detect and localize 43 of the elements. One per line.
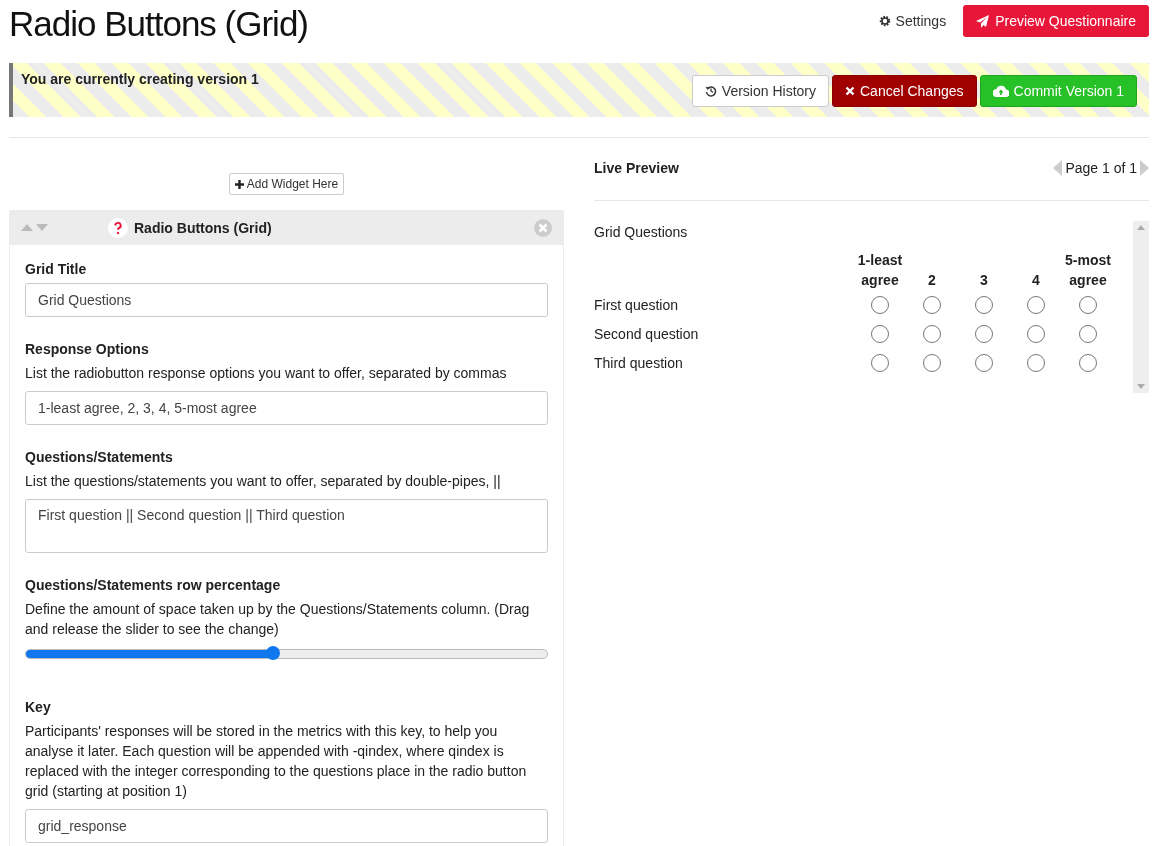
preview-heading: Live Preview: [594, 160, 679, 176]
question-label: Second question: [594, 325, 699, 342]
page-title: Radio Buttons (Grid): [9, 4, 309, 44]
banner-message: You are currently creating version 1: [21, 71, 259, 89]
plus-icon: [234, 179, 244, 189]
help-text: Define the amount of space taken up by the Questions/Statements column. (Drag and release the slider to see the change): [25, 600, 531, 639]
help-icon: [108, 217, 128, 238]
slider-handle[interactable]: [266, 646, 281, 660]
field-label: Questions/Statements: [25, 449, 174, 465]
field-label: Response Options: [25, 341, 150, 357]
field-label: Key: [25, 699, 52, 715]
add-widget-button[interactable]: Add Widget Here: [228, 173, 345, 195]
text-area[interactable]: First question || Second question || Third question: [25, 499, 548, 553]
cloud-upload-icon: [992, 85, 1009, 97]
close-icon: [845, 86, 855, 96]
settings-link[interactable]: Settings: [877, 12, 948, 30]
text-field[interactable]: Grid Questions: [25, 283, 548, 317]
column-header: 3: [980, 272, 988, 288]
help-text: List the questions/statements you want to offer, separated by double-pipes, ||: [25, 472, 502, 491]
column-header: 1-least agree: [857, 252, 903, 288]
help-text: List the radiobutton response options you want to offer, separated by commas: [25, 364, 508, 383]
settings-icon: [878, 15, 891, 27]
column-header: 5-most agree: [1065, 252, 1111, 288]
text-field[interactable]: 1-least agree, 2, 3, 4, 5-most agree: [25, 391, 548, 425]
field-label: Questions/Statements row percentage: [25, 577, 282, 593]
version-history-button[interactable]: Version History: [691, 75, 829, 107]
paper-plane-icon: [976, 14, 991, 28]
field-label: Grid Title: [25, 261, 88, 277]
grid-title: Grid Questions: [594, 224, 689, 240]
text-field[interactable]: grid_response: [25, 809, 548, 843]
preview-button[interactable]: Preview Questionnaire: [963, 5, 1149, 37]
help-text: Participants' responses will be stored in the metrics with this key, to help you analyse it later. Each question will be appended with -qindex, where qindex is replaced with the integer corresponding to the questions place in the radio button grid (starting at position 1): [25, 722, 528, 801]
column-header: 4: [1032, 272, 1040, 288]
scrollbar[interactable]: [1133, 221, 1149, 393]
history-icon: [704, 85, 717, 97]
scroll-up-icon[interactable]: [1137, 225, 1145, 230]
widget-title: Radio Buttons (Grid): [134, 219, 272, 236]
cancel-button[interactable]: Cancel Changes: [832, 75, 977, 107]
page-indicator: Page 1 of 1: [1065, 160, 1137, 176]
question-label: Third question: [594, 354, 683, 371]
column-header: 2: [928, 272, 936, 288]
scroll-down-icon[interactable]: [1137, 384, 1145, 389]
question-label: First question: [594, 296, 679, 313]
